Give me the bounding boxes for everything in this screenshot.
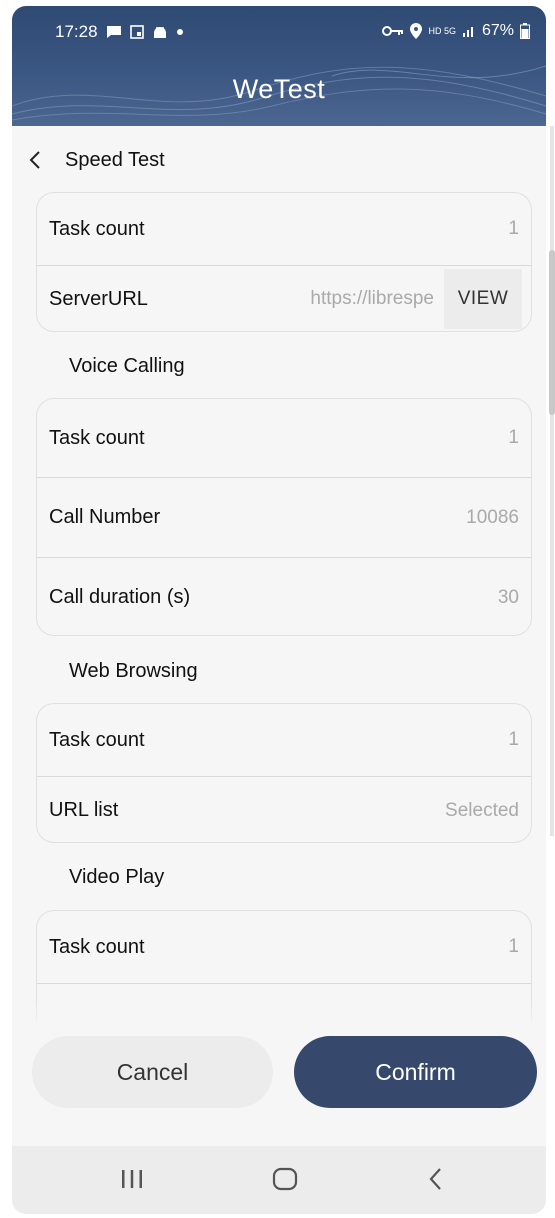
server-url-label: ServerURL: [49, 287, 148, 310]
call-number-value: 10086: [466, 506, 519, 528]
battery-percent: 67%: [481, 22, 514, 39]
server-url-value[interactable]: https://librespe: [310, 288, 434, 310]
url-list-row[interactable]: URL list Selected: [37, 777, 531, 842]
scrollbar-track[interactable]: [550, 126, 554, 836]
recent-apps-icon[interactable]: [120, 1164, 144, 1194]
call-duration-label: Call duration (s): [49, 586, 191, 608]
voice-task-count-row[interactable]: Task count 1: [37, 399, 531, 478]
back-chevron-icon[interactable]: [25, 147, 47, 173]
scrollbar-thumb[interactable]: [549, 250, 555, 415]
message-icon: [106, 26, 121, 38]
app-header: 17:28 HD 5G 67% WeTest: [12, 6, 546, 126]
page-title: Speed Test: [65, 148, 165, 171]
call-number-row[interactable]: Call Number 10086: [37, 478, 531, 558]
vpn-key-icon: [382, 26, 404, 36]
content-fade: [12, 1000, 546, 1030]
call-duration-value: 30: [497, 586, 519, 608]
home-icon[interactable]: [270, 1164, 300, 1194]
server-url-row[interactable]: ServerURL https://librespe VIEW: [37, 266, 531, 331]
speed-task-count-label: Task count: [49, 217, 145, 240]
speed-test-card: Task count 1 ServerURL https://librespe …: [36, 192, 532, 332]
video-task-count-value: 1: [508, 936, 519, 957]
page-nav: Speed Test: [25, 145, 165, 175]
web-task-count-value: 1: [508, 729, 519, 750]
dot-icon: [176, 29, 183, 35]
signal-icon: [462, 27, 473, 37]
web-browsing-card: Task count 1 URL list Selected: [36, 703, 532, 843]
voice-task-count-value: 1: [508, 427, 519, 448]
view-button[interactable]: VIEW: [444, 269, 522, 329]
screenshot-icon: [129, 25, 144, 39]
network-label: HD 5G: [428, 26, 456, 36]
speed-task-count-value: 1: [508, 218, 519, 239]
web-task-count-label: Task count: [49, 728, 145, 751]
url-list-value: Selected: [445, 799, 519, 821]
web-task-count-row[interactable]: Task count 1: [37, 704, 531, 777]
android-icon: [153, 27, 166, 38]
system-nav-bar: [12, 1146, 546, 1214]
voice-calling-header: Voice Calling: [69, 355, 185, 377]
call-duration-row[interactable]: Call duration (s) 30: [37, 558, 531, 635]
app-title: WeTest: [232, 74, 326, 104]
web-browsing-header: Web Browsing: [69, 660, 198, 682]
call-number-label: Call Number: [49, 506, 161, 528]
video-task-count-row[interactable]: Task count 1: [37, 911, 531, 984]
video-play-header: Video Play: [69, 866, 165, 888]
back-nav-icon[interactable]: [424, 1164, 448, 1194]
voice-task-count-label: Task count: [49, 426, 145, 449]
video-task-count-label: Task count: [49, 935, 145, 958]
location-icon: [410, 23, 423, 39]
status-bar: 17:28 HD 5G 67%: [12, 6, 546, 58]
battery-icon: [520, 23, 530, 39]
status-time: 17:28: [55, 22, 98, 41]
cancel-button[interactable]: Cancel: [32, 1036, 273, 1108]
url-list-label: URL list: [49, 799, 119, 821]
confirm-button[interactable]: Confirm: [294, 1036, 537, 1108]
speed-task-count-row[interactable]: Task count 1: [37, 193, 531, 266]
voice-calling-card: Task count 1 Call Number 10086 Call dura…: [36, 398, 532, 636]
